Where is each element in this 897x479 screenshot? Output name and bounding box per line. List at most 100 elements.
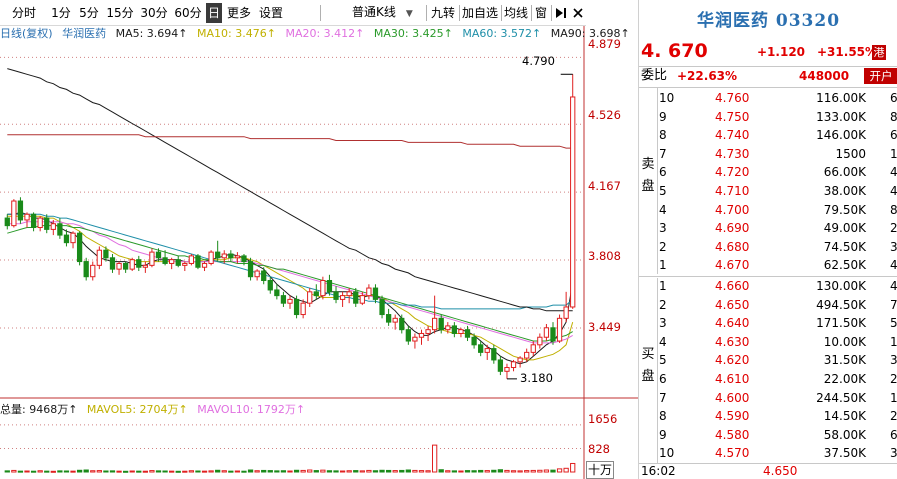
- order-level: 4: [659, 334, 667, 349]
- order-volume: 74.50K: [823, 239, 866, 254]
- add-watchlist-button[interactable]: 加自选: [460, 3, 500, 23]
- buy-order-row[interactable]: 6 4.610 22.00K 2: [659, 371, 897, 389]
- sell-order-row[interactable]: 1 4.670 62.50K 4: [659, 257, 897, 275]
- tab-30min[interactable]: 30分: [138, 3, 170, 23]
- tab-intraday[interactable]: 分时: [2, 3, 46, 23]
- order-count: 6: [890, 427, 897, 442]
- buy-label-char: 盘: [641, 369, 655, 384]
- sell-order-row[interactable]: 2 4.680 74.50K 3: [659, 239, 897, 257]
- tab-60min[interactable]: 60分: [172, 3, 204, 23]
- candle-body: [451, 325, 458, 334]
- candle-body: [182, 262, 188, 266]
- buy-order-row[interactable]: 10 4.570 37.50K 3: [659, 445, 897, 463]
- volume-bar: [372, 470, 379, 473]
- order-volume: 14.50K: [823, 409, 866, 424]
- volume-bar: [254, 470, 260, 473]
- sell-order-row[interactable]: 8 4.740 146.00K 6: [659, 127, 897, 145]
- volume-bar: [208, 470, 214, 473]
- ma-legend: 日线(复权) 华润医药 MA5: 3.694↑ MA10: 3.476↑ MA2…: [0, 26, 662, 42]
- candle-body: [63, 234, 70, 244]
- order-level: 10: [659, 446, 675, 461]
- order-count: 4: [890, 184, 897, 198]
- sell-order-row[interactable]: 4 4.700 79.50K 8: [659, 202, 897, 220]
- window-button[interactable]: 窗: [532, 3, 550, 23]
- candlesticks: [4, 74, 576, 379]
- volume-bar: [451, 470, 458, 473]
- volume-bar: [524, 470, 530, 473]
- order-count: 1: [890, 146, 897, 161]
- close-icon[interactable]: [572, 3, 584, 23]
- ma60-legend: MA60: 3.572↑: [462, 27, 542, 40]
- mavol10-legend: MAVOL10: 1792万↑: [197, 403, 306, 416]
- sell-order-row[interactable]: 10 4.760 116.00K 6: [659, 90, 897, 108]
- candle-body: [201, 262, 208, 268]
- high-annotation: 4.790: [522, 54, 555, 68]
- volume-bar: [129, 470, 135, 473]
- order-price: 4.680: [715, 239, 750, 254]
- buy-order-row[interactable]: 4 4.630 10.00K 1: [659, 334, 897, 352]
- last-trade-time: 16:02: [641, 464, 676, 478]
- buy-label-char: 买: [641, 347, 655, 362]
- chart-type-select[interactable]: 普通K线 ▼: [352, 3, 413, 23]
- sell-order-row[interactable]: 9 4.750 133.00K 8: [659, 109, 897, 127]
- sell-side-label: 卖 盘: [641, 154, 655, 198]
- sell-order-row[interactable]: 5 4.710 38.00K 4: [659, 183, 897, 201]
- order-price: 4.630: [715, 334, 750, 349]
- order-level: 1: [659, 258, 667, 273]
- buy-order-row[interactable]: 9 4.580 58.00K 6: [659, 427, 897, 445]
- buy-order-row[interactable]: 7 4.600 244.50K 11: [659, 390, 897, 408]
- buy-order-row[interactable]: 8 4.590 14.50K 2: [659, 408, 897, 426]
- volume-bar: [517, 470, 523, 473]
- volume-bar: [287, 470, 293, 473]
- tab-5min[interactable]: 5分: [76, 3, 102, 23]
- volume-bar: [116, 470, 122, 473]
- volume-bar: [550, 469, 556, 473]
- buy-order-row[interactable]: 3 4.640 171.50K 5: [659, 315, 897, 333]
- candle-body: [425, 329, 431, 334]
- volume-bar: [162, 470, 168, 473]
- buy-order-row[interactable]: 5 4.620 31.50K 3: [659, 352, 897, 370]
- volume-bar: [17, 470, 24, 473]
- tab-1min[interactable]: 1分: [48, 3, 74, 23]
- tab-15min[interactable]: 15分: [104, 3, 136, 23]
- order-count: 7: [890, 297, 897, 312]
- volume-legend: 总量: 9468万↑ MAVOL5: 2704万↑ MAVOL10: 1792万…: [0, 402, 311, 418]
- tab-daily[interactable]: 日: [206, 3, 222, 23]
- volume-bar: [63, 470, 70, 473]
- sell-order-row[interactable]: 7 4.730 1500 1: [659, 146, 897, 164]
- next-icon[interactable]: [554, 3, 568, 23]
- tab-more[interactable]: 更多: [224, 3, 254, 23]
- volume-bar: [274, 470, 280, 473]
- candle-body: [280, 295, 287, 304]
- ma-button[interactable]: 均线: [502, 3, 530, 23]
- sell-order-row[interactable]: 3 4.690 49.00K 2: [659, 220, 897, 238]
- order-level: 9: [659, 109, 667, 124]
- candle-body: [293, 298, 300, 316]
- buy-order-row[interactable]: 1 4.660 130.00K 4: [659, 278, 897, 296]
- volume-bar: [418, 470, 425, 473]
- sell-order-row[interactable]: 6 4.720 66.00K 4: [659, 164, 897, 182]
- volume-bar: [425, 470, 431, 473]
- candle-body: [366, 287, 372, 297]
- volume-bar: [293, 469, 300, 473]
- volume-bar: [109, 470, 116, 473]
- buy-order-row[interactable]: 2 4.650 494.50K 7: [659, 297, 897, 315]
- volume-bar: [300, 469, 306, 473]
- tab-settings[interactable]: 设置: [256, 3, 286, 23]
- order-level: 1: [659, 279, 667, 293]
- nine-turn-button[interactable]: 九转: [428, 3, 458, 23]
- candle-body: [478, 344, 484, 353]
- order-price: 4.570: [715, 446, 750, 461]
- candle-body: [24, 213, 30, 221]
- ma10-line: [7, 215, 574, 361]
- volume-bar: [458, 470, 464, 473]
- volume-bar: [175, 470, 181, 473]
- candle-body: [307, 291, 313, 304]
- candle-body: [524, 351, 530, 359]
- order-count: 6: [890, 91, 897, 105]
- volume-bar: [155, 470, 162, 473]
- volume-bar: [313, 470, 319, 473]
- candle-body: [392, 317, 398, 323]
- candle-body: [550, 327, 556, 342]
- open-account-button[interactable]: 开户: [864, 68, 897, 84]
